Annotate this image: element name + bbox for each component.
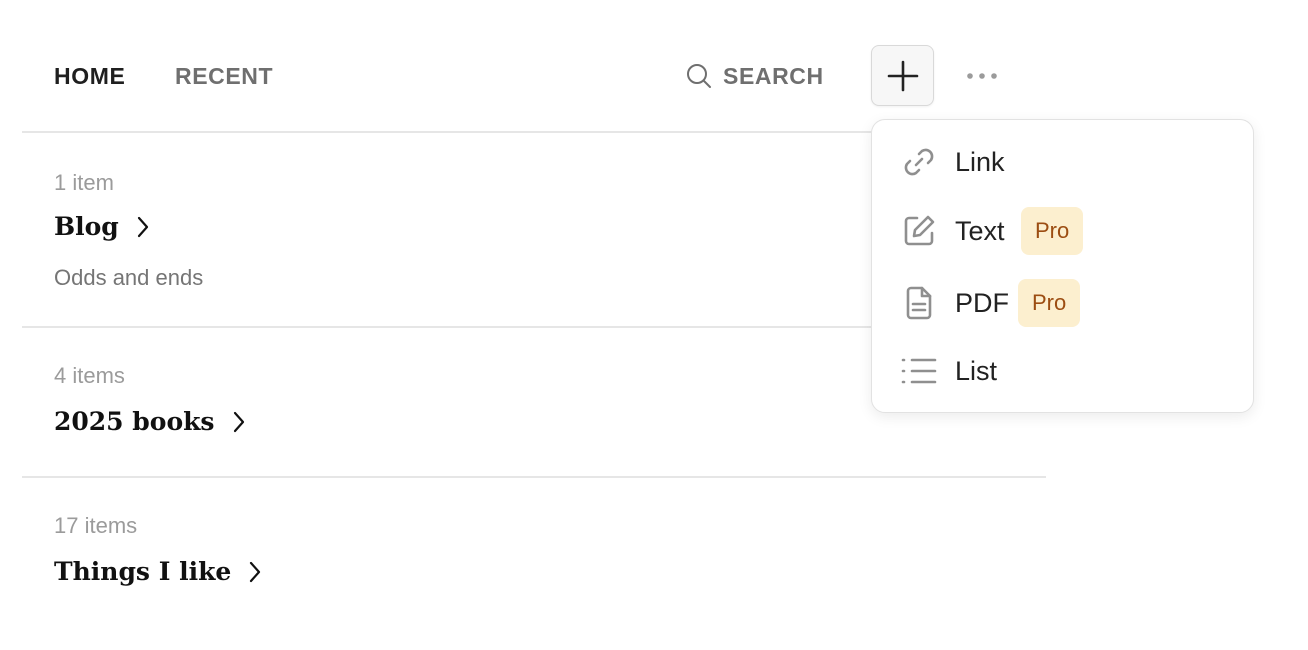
document-icon — [900, 284, 938, 322]
nav-home-link[interactable]: HOME — [54, 62, 125, 90]
chevron-right-icon — [233, 411, 244, 433]
menu-item-label: Text — [955, 216, 1005, 246]
top-navigation: HOME RECENT SEARCH — [22, 0, 1046, 133]
collection-title: Blog — [54, 212, 119, 241]
collection-title-link[interactable]: Things I like — [54, 556, 263, 588]
menu-item-pdf[interactable]: PDF Pro — [872, 275, 1253, 331]
collection-title: Things I like — [54, 557, 232, 586]
item-count: 1 item — [54, 170, 114, 195]
pro-badge: Pro — [1021, 207, 1084, 255]
search-button[interactable]: SEARCH — [685, 60, 824, 92]
list-icon — [900, 352, 938, 390]
chevron-right-icon — [137, 216, 148, 238]
menu-item-text[interactable]: Text Pro — [872, 203, 1253, 259]
app-root: HOME RECENT SEARCH 1 item Blog Odds and … — [0, 0, 1308, 650]
menu-item-list[interactable]: List — [872, 343, 1253, 399]
menu-item-label: PDF — [955, 288, 1009, 318]
item-count: 4 items — [54, 363, 125, 388]
more-horizontal-icon — [967, 73, 997, 79]
collection-description: Odds and ends — [54, 265, 204, 290]
link-icon — [900, 143, 938, 181]
item-count: 17 items — [54, 513, 138, 538]
chevron-right-icon — [250, 561, 261, 583]
collection-title-link[interactable]: Blog — [54, 211, 151, 243]
plus-icon — [887, 60, 918, 91]
search-icon — [687, 64, 711, 88]
menu-item-link[interactable]: Link — [872, 134, 1253, 190]
collection-title: 2025 books — [54, 407, 215, 436]
more-options-button[interactable] — [962, 60, 1002, 92]
search-label: SEARCH — [723, 62, 824, 89]
add-dropdown-menu: Link Text Pro PDF Pro List — [871, 119, 1254, 413]
add-button[interactable] — [871, 45, 934, 106]
menu-item-label: Link — [955, 147, 1005, 177]
edit-icon — [900, 212, 938, 250]
pro-badge: Pro — [1018, 279, 1081, 327]
menu-item-label: List — [955, 356, 998, 386]
nav-recent-link[interactable]: RECENT — [175, 62, 273, 90]
collection-title-link[interactable]: 2025 books — [54, 406, 247, 438]
collection-item: 17 items Things I like — [22, 478, 1046, 628]
